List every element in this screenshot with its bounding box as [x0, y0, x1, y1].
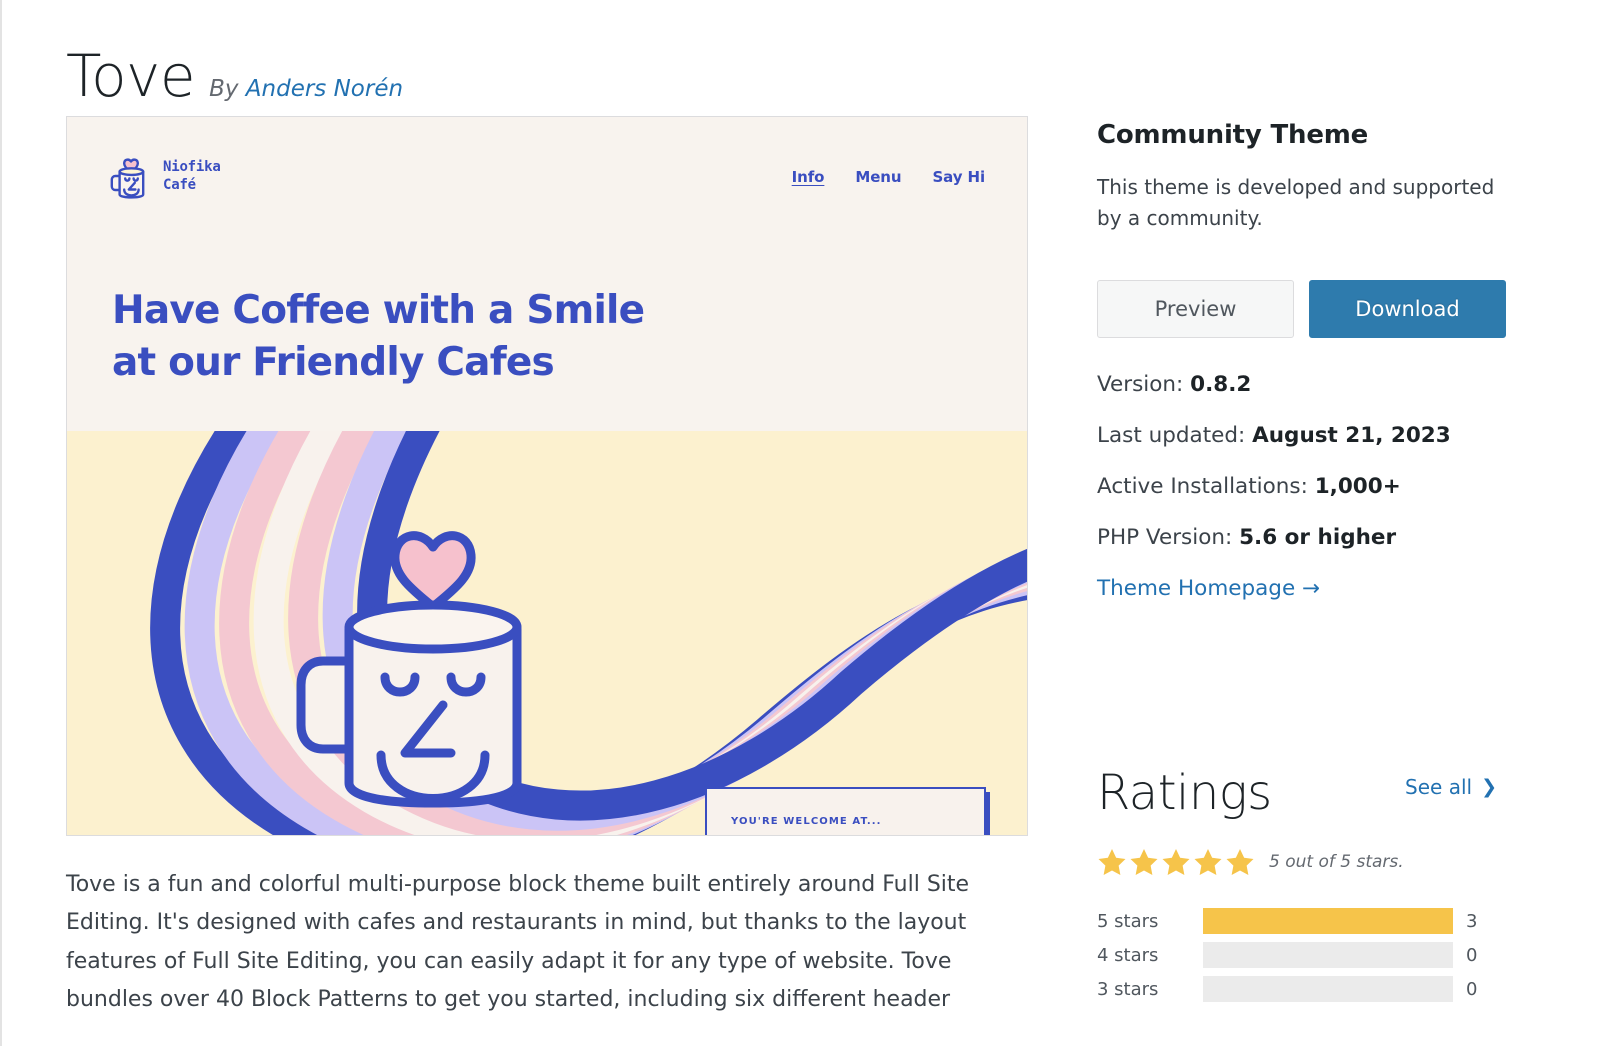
- star-filled-icon: [1130, 849, 1158, 875]
- coffee-mug-illustration: [293, 511, 573, 811]
- meta-value: August 21, 2023: [1252, 422, 1451, 448]
- rating-bar-row[interactable]: 4 stars 0: [1097, 938, 1517, 972]
- sidebar-actions: Preview Download: [1097, 280, 1517, 338]
- rating-bar-track: [1203, 942, 1453, 968]
- ratings-header: Ratings See all ❯: [1097, 765, 1517, 821]
- sidebar-heading: Community Theme: [1097, 120, 1369, 150]
- rating-bar-count: 0: [1466, 978, 1478, 1000]
- sidebar-description: This theme is developed and supported by…: [1097, 175, 1495, 230]
- rating-bar-count: 0: [1466, 944, 1478, 966]
- page-title: Tove: [66, 41, 196, 110]
- hours-kicker: YOU'RE WELCOME AT...: [731, 816, 882, 827]
- meta-label: PHP Version:: [1097, 524, 1233, 550]
- meta-value: 5.6 or higher: [1239, 524, 1397, 550]
- rating-caption: 5 out of 5 stars.: [1269, 852, 1404, 872]
- meta-label: Active Installations:: [1097, 473, 1308, 499]
- preview-site-header: Niofika Café Info Menu Say Hi: [67, 117, 1027, 237]
- theme-byline: By Anders Norén: [209, 76, 403, 102]
- rating-bar-label: 4 stars: [1097, 944, 1159, 966]
- nav-item-say-hi[interactable]: Say Hi: [932, 168, 985, 186]
- preview-site-nav: Info Menu Say Hi: [792, 168, 985, 186]
- star-filled-icon: [1098, 849, 1126, 875]
- meta-active-installations: Active Installations: 1,000+: [1097, 474, 1517, 501]
- meta-last-updated: Last updated: August 21, 2023: [1097, 423, 1517, 450]
- theme-description: Tove is a fun and colorful multi-purpose…: [66, 872, 970, 1012]
- meta-homepage: Theme Homepage →: [1097, 576, 1517, 603]
- star-filled-icon: [1226, 849, 1254, 875]
- star-filled-icon: [1162, 849, 1190, 875]
- rating-bar-fill: [1203, 908, 1453, 934]
- ratings-title: Ratings: [1097, 765, 1272, 821]
- coffee-mug-heart-icon: [110, 158, 145, 199]
- rating-bar-label: 3 stars: [1097, 978, 1159, 1000]
- site-brand-name: Niofika Café: [163, 159, 221, 193]
- theme-screenshot: YOU'RE WELCOME AT... Mon–Fri 07 – 18 Sat…: [66, 116, 1028, 836]
- opening-hours-card: YOU'RE WELCOME AT... Mon–Fri 07 – 18 Sat…: [705, 787, 986, 835]
- meta-label: Version:: [1097, 372, 1184, 397]
- see-all-ratings-link[interactable]: See all ❯: [1405, 775, 1497, 799]
- rating-bar-track: [1203, 908, 1453, 934]
- theme-sidebar: Community Theme This theme is developed …: [1097, 120, 1517, 626]
- theme-detail-page: Tove By Anders Norén YOU'RE WELCOME AT..…: [2, 0, 1600, 1046]
- rating-bar-row[interactable]: 3 stars 0: [1097, 972, 1517, 1006]
- meta-php-version: PHP Version: 5.6 or higher: [1097, 525, 1517, 552]
- star-rating: [1097, 847, 1255, 877]
- star-filled-icon: [1194, 849, 1222, 875]
- preview-button[interactable]: Preview: [1097, 280, 1294, 338]
- nav-item-info[interactable]: Info: [792, 168, 825, 186]
- byline-prefix: By: [209, 75, 239, 102]
- ratings-section: Ratings See all ❯ 5 out of 5 stars. 5 st…: [1097, 765, 1517, 1006]
- preview-hero-title: Have Coffee with a Smile at our Friendly…: [112, 288, 645, 386]
- theme-meta-list: Version: 0.8.2 Last updated: August 21, …: [1097, 372, 1517, 602]
- see-all-label: See all: [1405, 775, 1473, 799]
- rating-bar-row[interactable]: 5 stars 3: [1097, 904, 1517, 938]
- site-brand[interactable]: Niofika Café: [109, 153, 221, 201]
- meta-value: 1,000+: [1314, 473, 1401, 499]
- meta-version: Version: 0.8.2: [1097, 372, 1517, 399]
- rating-bar-count: 3: [1466, 910, 1478, 932]
- nav-item-menu[interactable]: Menu: [855, 168, 901, 186]
- screenshot-lower-band: YOU'RE WELCOME AT... Mon–Fri 07 – 18 Sat…: [67, 431, 1027, 835]
- meta-value: 0.8.2: [1190, 372, 1252, 397]
- author-link[interactable]: Anders Norén: [246, 76, 403, 102]
- rating-bar-label: 5 stars: [1097, 910, 1159, 932]
- average-rating-row: 5 out of 5 stars.: [1097, 847, 1517, 877]
- download-button[interactable]: Download: [1309, 280, 1506, 338]
- chevron-right-icon: ❯: [1481, 776, 1497, 798]
- theme-homepage-link[interactable]: Theme Homepage →: [1097, 576, 1320, 601]
- rating-breakdown: 5 stars 3 4 stars 0 3 stars 0: [1097, 904, 1517, 1006]
- meta-label: Last updated:: [1097, 422, 1246, 448]
- rating-bar-track: [1203, 976, 1453, 1002]
